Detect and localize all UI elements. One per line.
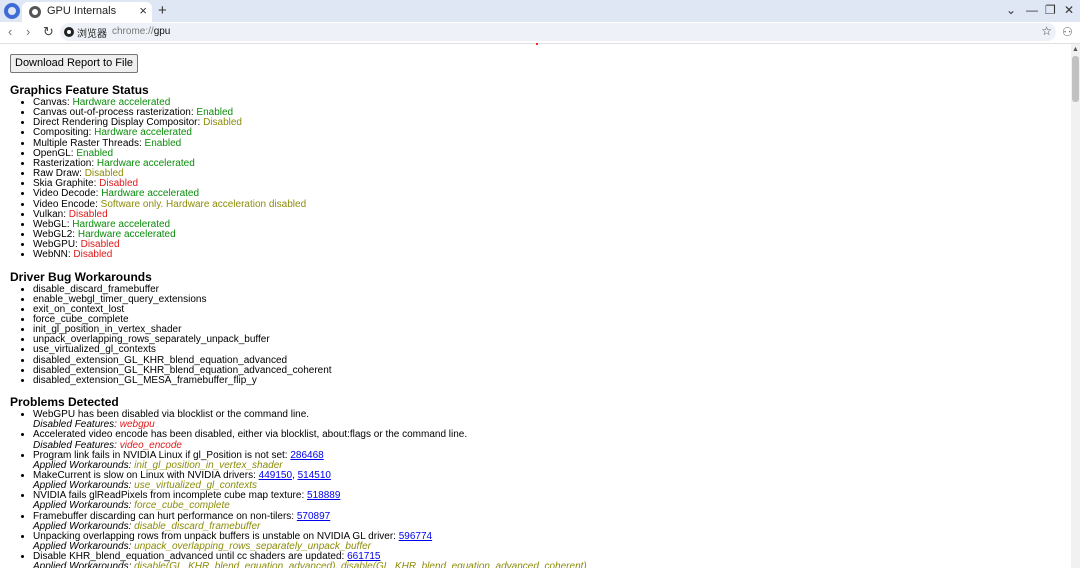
tab-search-icon[interactable]: ⌄: [1006, 3, 1016, 17]
feature-status-item: Video Encode: Software only. Hardware ac…: [33, 198, 1065, 210]
feature-status-item: Rasterization: Hardware accelerated: [33, 158, 1065, 169]
loading-indicator: [536, 43, 538, 45]
back-icon[interactable]: ‹: [8, 24, 12, 39]
site-chip-label: 浏览器: [77, 28, 107, 40]
feature-status-item: Raw Draw: Disabled: [33, 169, 1065, 179]
address-bar[interactable]: 浏览器 chrome://gpu ☆: [60, 23, 1056, 41]
workaround-item: force_cube_complete: [33, 314, 1065, 325]
problem-item: NVIDIA fails glReadPixels from incomplet…: [33, 491, 1065, 511]
feature-status-list: Canvas: Hardware acceleratedCanvas out-o…: [10, 97, 1065, 261]
workaround-item: exit_on_context_lost: [33, 304, 1065, 315]
feature-status-value: Enabled: [144, 137, 182, 149]
bug-link[interactable]: 514510: [298, 470, 331, 481]
browser-icon: [64, 27, 74, 37]
feature-status-item: Multiple Raster Threads: Enabled: [33, 137, 1065, 149]
problem-item: Disable KHR_blend_equation_advanced unti…: [33, 552, 1065, 568]
workaround-item: enable_webgl_timer_query_extensions: [33, 294, 1065, 305]
page-scrollbar[interactable]: ▲: [1071, 44, 1080, 568]
tab-title: GPU Internals: [47, 5, 117, 17]
toolbar-divider: [0, 43, 1080, 44]
bug-link[interactable]: 518889: [307, 490, 340, 501]
detail-value: disable(GL_KHR_blend_equation_advanced_c…: [341, 561, 587, 568]
feature-status-item: WebGL: Hardware accelerated: [33, 219, 1065, 230]
scroll-up-icon[interactable]: ▲: [1072, 46, 1079, 53]
forward-icon[interactable]: ›: [26, 24, 30, 39]
feature-status-item: WebGPU: Disabled: [33, 240, 1065, 250]
detail-value: disable(GL_KHR_blend_equation_advanced): [134, 561, 336, 568]
problem-detail: Applied Workarounds: disable(GL_KHR_blen…: [33, 561, 587, 568]
tab-gpu-internals[interactable]: GPU Internals ×: [22, 2, 152, 22]
problem-item: Framebuffer discarding can hurt performa…: [33, 511, 1065, 532]
bug-link[interactable]: 596774: [399, 531, 432, 542]
reload-icon[interactable]: ↻: [43, 24, 54, 40]
url-scheme: chrome://: [112, 26, 154, 37]
globe-icon: [29, 6, 41, 18]
feature-status-item: WebGL2: Hardware accelerated: [33, 229, 1065, 240]
feature-status-heading: Graphics Feature Status: [10, 83, 149, 97]
url-text[interactable]: chrome://gpu: [112, 26, 170, 37]
plus-icon[interactable]: +: [158, 2, 167, 19]
close-icon[interactable]: ×: [139, 3, 147, 18]
minimize-icon[interactable]: —: [1026, 3, 1038, 17]
feature-status-item: Vulkan: Disabled: [33, 209, 1065, 220]
problem-item: Accelerated video encode has been disabl…: [33, 430, 1065, 450]
problem-item: WebGPU has been disabled via blocklist o…: [33, 409, 1065, 430]
workaround-item: unpack_overlapping_rows_separately_unpac…: [33, 335, 1065, 345]
detail-label: Applied Workarounds:: [33, 561, 135, 568]
problem-item: MakeCurrent is slow on Linux with NVIDIA…: [33, 470, 1065, 491]
url-host: gpu: [153, 26, 171, 37]
feature-status-value: Disabled: [73, 249, 113, 261]
workarounds-heading: Driver Bug Workarounds: [10, 269, 152, 284]
maximize-icon[interactable]: ❐: [1045, 3, 1056, 17]
window-close-icon[interactable]: ✕: [1064, 3, 1074, 17]
browser-toolbar: ‹ › ↻ 浏览器 chrome://gpu ☆ ⚇: [0, 22, 1080, 42]
feature-status-item: WebNN: Disabled: [33, 250, 1065, 260]
problems-heading: Problems Detected: [10, 395, 119, 410]
download-report-button[interactable]: Download Report to File: [10, 54, 139, 73]
star-icon[interactable]: ☆: [1041, 24, 1052, 38]
bug-link[interactable]: 286468: [290, 450, 323, 461]
browser-logo-icon[interactable]: [4, 3, 20, 19]
feature-name: WebNN:: [33, 249, 74, 261]
site-info-chip[interactable]: 浏览器: [64, 25, 107, 40]
problem-item: Program link fails in NVIDIA Linux if gl…: [33, 450, 1065, 471]
page-content: Download Report to File Graphics Feature…: [10, 54, 1065, 568]
bug-link[interactable]: 449150: [259, 470, 292, 481]
extension-icon[interactable]: ⚇: [1062, 25, 1073, 39]
workarounds-list: disable_discard_framebufferenable_webgl_…: [10, 284, 1065, 387]
problem-item: Unpacking overlapping rows from unpack b…: [33, 531, 1065, 552]
tab-strip: GPU Internals × + ⌄ — ❐ ✕: [0, 0, 1080, 22]
feature-status-value: Software only. Hardware acceleration dis…: [100, 198, 307, 210]
bug-link[interactable]: 570897: [297, 511, 330, 522]
scroll-thumb[interactable]: [1072, 56, 1079, 102]
problems-list: WebGPU has been disabled via blocklist o…: [10, 409, 1065, 568]
feature-status-value: Disabled: [203, 117, 242, 129]
feature-status-item: Compositing: Hardware accelerated: [33, 128, 1065, 138]
workaround-item: disabled_extension_GL_MESA_framebuffer_f…: [33, 375, 1065, 386]
